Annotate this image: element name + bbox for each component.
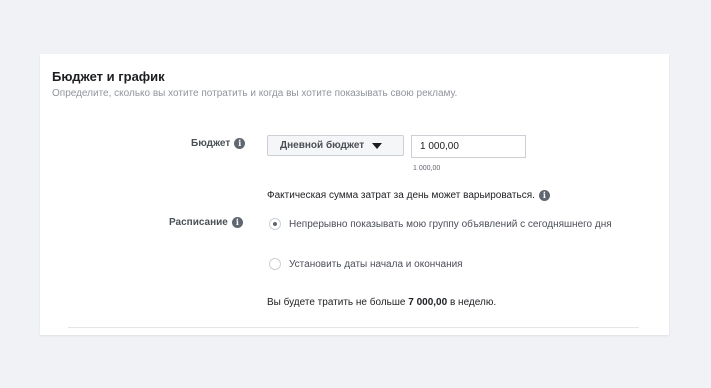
info-icon[interactable]: i xyxy=(538,190,550,201)
budget-amount-hint: 1 000,00 xyxy=(413,165,441,172)
budget-type-dropdown[interactable]: Дневной бюджет xyxy=(267,135,404,156)
section-subtitle: Определите, сколько вы хотите потратить … xyxy=(52,88,458,99)
budget-schedule-panel: Бюджет и график Определите, сколько вы х… xyxy=(40,54,669,335)
radio-button-checked[interactable] xyxy=(269,218,281,230)
budget-amount-input[interactable] xyxy=(411,135,526,158)
info-icon[interactable]: i xyxy=(234,138,246,149)
actual-spend-note-text: Фактическая сумма затрат за день может в… xyxy=(267,190,535,201)
radio-button[interactable] xyxy=(269,258,281,270)
spend-suffix: в неделю. xyxy=(449,297,497,308)
schedule-label-group: Расписание i xyxy=(169,217,243,228)
spend-prefix: Вы будете тратить не больше xyxy=(267,297,406,308)
schedule-option-continuous[interactable]: Непрерывно показывать мою группу объявле… xyxy=(269,218,649,232)
schedule-option-label: Установить даты начала и окончания xyxy=(289,259,463,270)
budget-label-group: Бюджет i xyxy=(191,138,246,149)
caret-down-icon xyxy=(372,142,383,149)
divider xyxy=(68,327,639,328)
info-icon[interactable]: i xyxy=(231,217,243,228)
weekly-spend-summary: Вы будете тратить не больше 7 000,00 в н… xyxy=(267,297,496,308)
budget-label: Бюджет xyxy=(191,138,231,149)
actual-spend-note: Фактическая сумма затрат за день может в… xyxy=(267,190,550,201)
schedule-label: Расписание xyxy=(169,217,228,228)
schedule-option-label: Непрерывно показывать мою группу объявле… xyxy=(289,219,612,230)
budget-type-value: Дневной бюджет xyxy=(280,140,365,151)
section-title: Бюджет и график xyxy=(52,69,165,84)
schedule-option-dates[interactable]: Установить даты начала и окончания xyxy=(269,258,649,272)
spend-amount: 7 000,00 xyxy=(408,297,448,308)
